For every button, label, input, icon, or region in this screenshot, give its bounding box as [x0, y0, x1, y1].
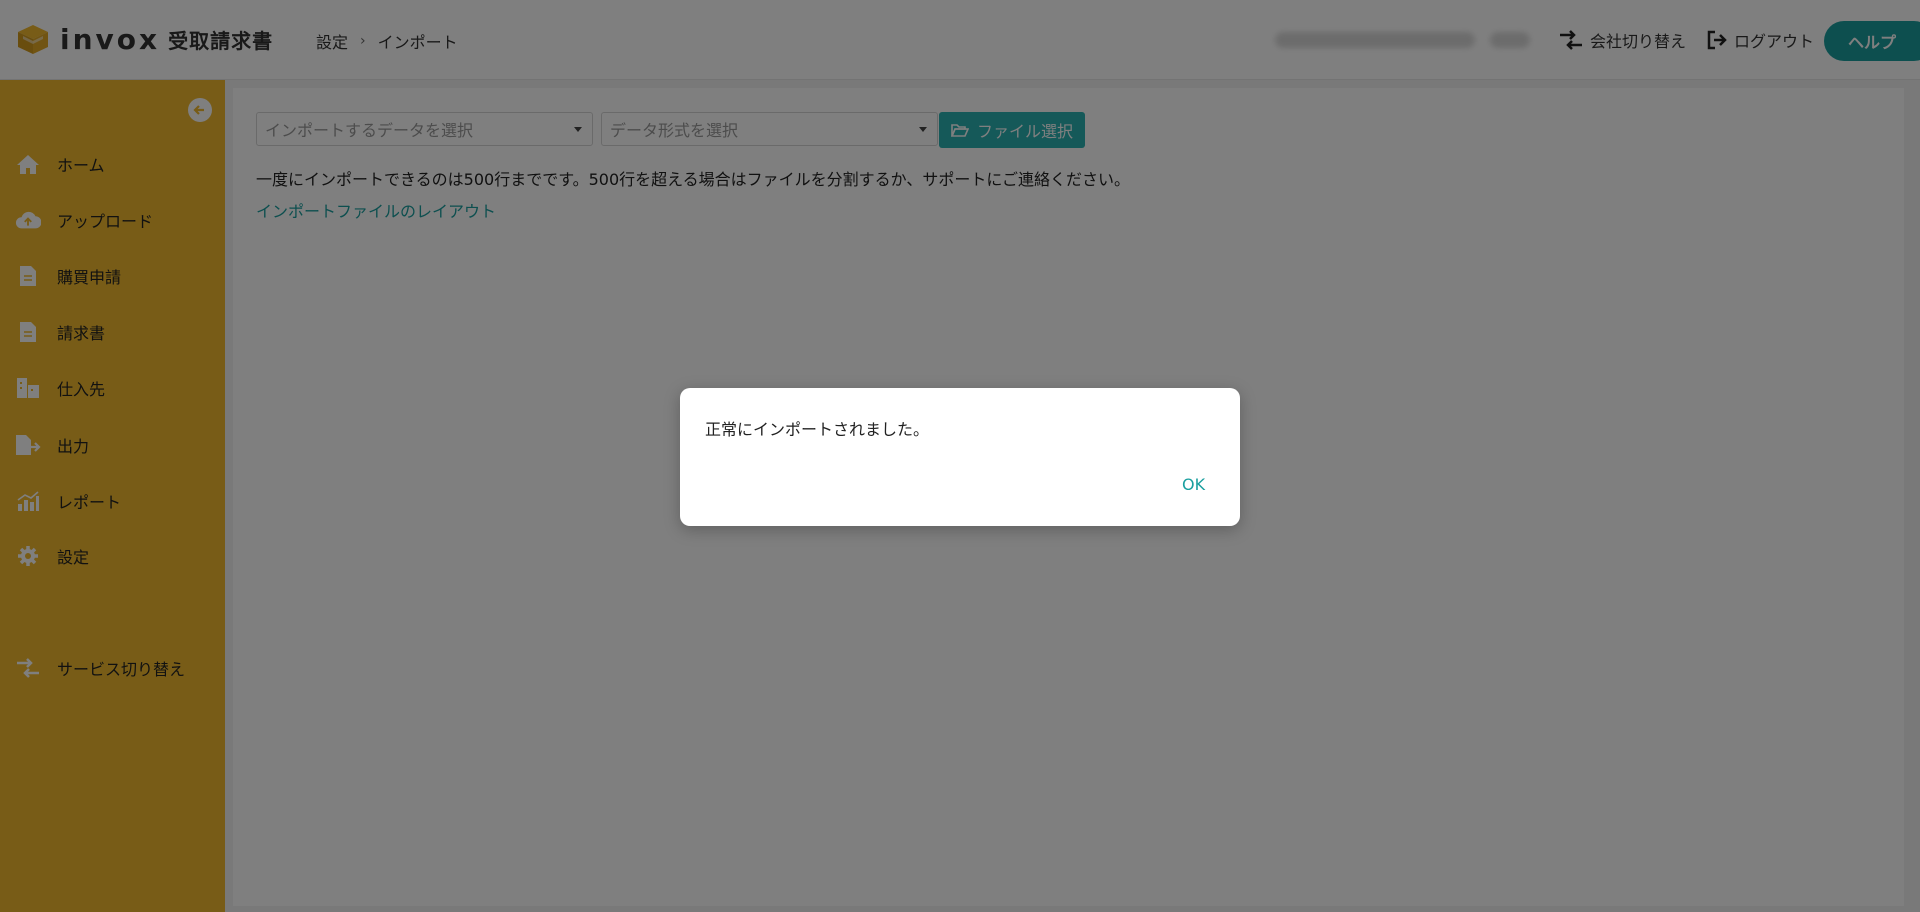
dialog-message: 正常にインポートされました。 — [705, 420, 930, 439]
dialog-ok-button[interactable]: OK — [1182, 475, 1205, 494]
import-success-dialog: 正常にインポートされました。 OK — [680, 388, 1240, 526]
